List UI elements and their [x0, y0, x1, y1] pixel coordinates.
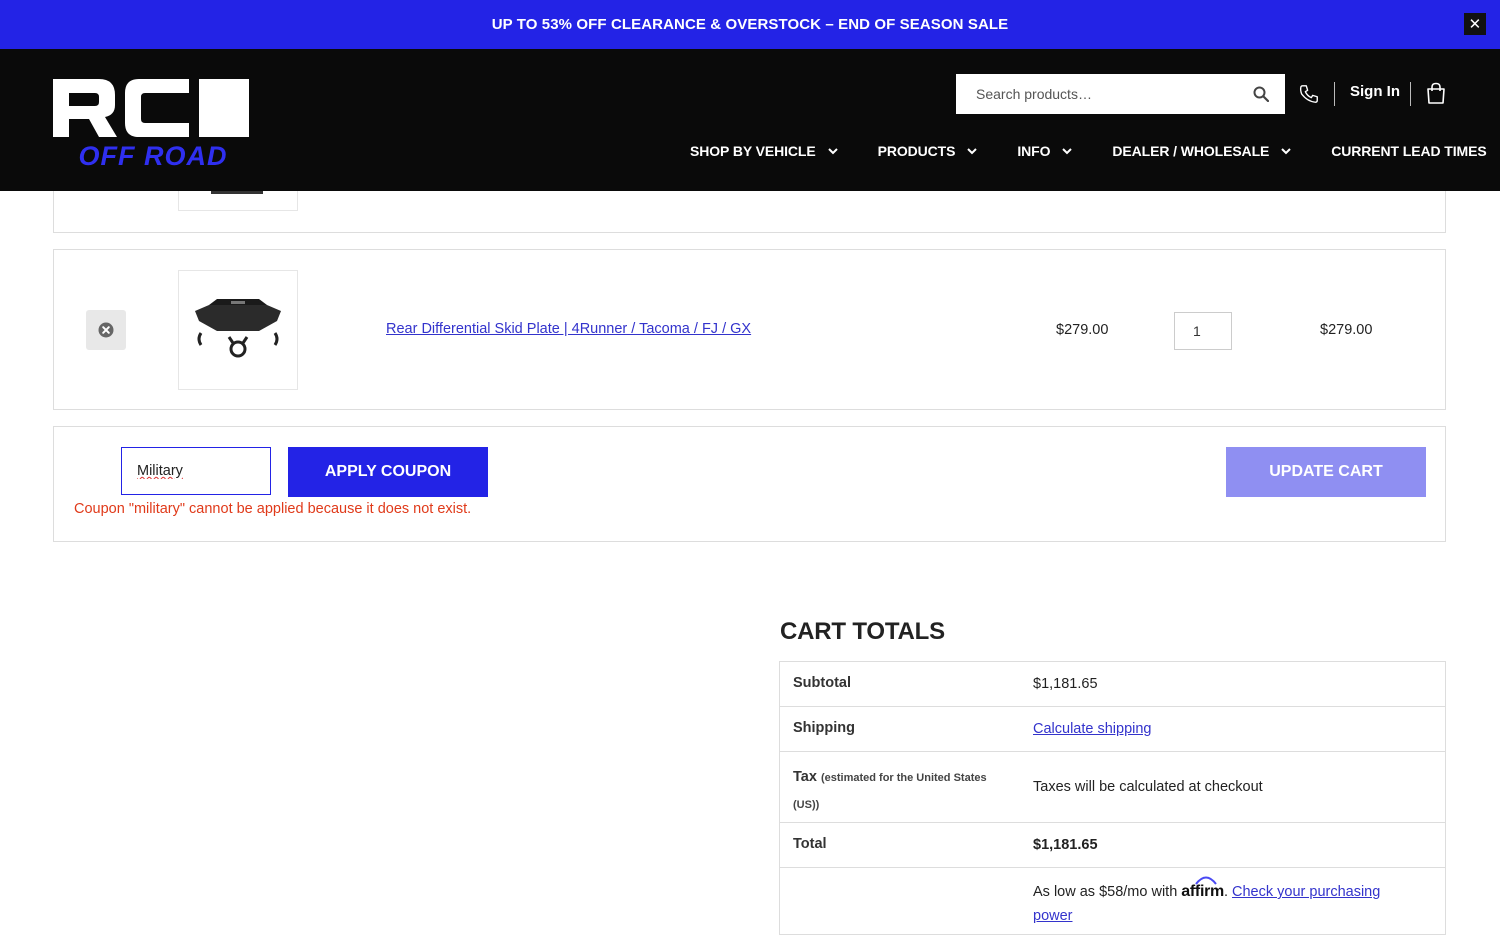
coupon-section: APPLY COUPON Coupon "military" cannot be… — [53, 426, 1446, 542]
nav-label: SHOP BY VEHICLE — [690, 143, 816, 159]
close-icon[interactable]: ✕ — [1464, 13, 1486, 35]
phone-icon[interactable] — [1298, 83, 1320, 105]
subtotal-value: $1,181.65 — [1033, 676, 1098, 692]
search-bar — [956, 74, 1285, 114]
cart-row-previous — [53, 191, 1446, 233]
cart-row: Rear Differential Skid Plate | 4Runner /… — [53, 249, 1446, 410]
totals-row-tax: Tax (estimated for the United States (US… — [780, 752, 1445, 823]
skid-plate-image — [195, 299, 281, 358]
chevron-down-icon — [967, 147, 978, 154]
nav-shop-by-vehicle[interactable]: SHOP BY VEHICLE — [690, 143, 838, 159]
main-nav: SHOP BY VEHICLE PRODUCTS INFO DEALER / W… — [690, 143, 1487, 159]
search-input[interactable] — [956, 75, 1236, 113]
tax-value: Taxes will be calculated at checkout — [1033, 779, 1263, 795]
nav-label: PRODUCTS — [877, 143, 956, 159]
product-thumbnail[interactable] — [178, 191, 298, 211]
quantity-input[interactable] — [1174, 312, 1232, 350]
affirm-prefix: As low as $58/mo with — [1033, 884, 1178, 900]
affirm-brand: affirm — [1181, 883, 1224, 900]
search-icon[interactable] — [1253, 86, 1269, 102]
promo-text: UP TO 53% OFF CLEARANCE & OVERSTOCK – EN… — [491, 16, 1009, 33]
shopping-bag-icon[interactable] — [1425, 82, 1447, 104]
shipping-label: Shipping — [793, 720, 856, 736]
tax-label-group: Tax (estimated for the United States (US… — [793, 764, 1003, 818]
header-divider — [1334, 82, 1335, 106]
affirm-arc-icon — [1195, 876, 1218, 885]
totals-row-subtotal: Subtotal $1,181.65 — [780, 662, 1445, 707]
nav-current-lead-times[interactable]: CURRENT LEAD TIMES — [1331, 143, 1486, 159]
product-name-link[interactable]: Rear Differential Skid Plate | 4Runner /… — [386, 321, 751, 337]
coupon-input[interactable] — [121, 447, 271, 495]
logo-offroad-text: OFF ROAD — [79, 141, 228, 167]
total-label: Total — [793, 836, 827, 852]
site-header: OFF ROAD Sign In SHOP BY VEHICLE PRODUCT… — [0, 49, 1500, 191]
coupon-error-message: Coupon "military" cannot be applied beca… — [74, 501, 472, 517]
product-price: $279.00 — [1056, 322, 1109, 338]
nav-label: CURRENT LEAD TIMES — [1331, 143, 1487, 159]
cart-totals-heading: CART TOTALS — [780, 618, 945, 645]
remove-icon — [98, 322, 114, 338]
remove-item-button[interactable] — [86, 310, 126, 350]
nav-label: DEALER / WHOLESALE — [1112, 143, 1270, 159]
update-cart-button[interactable]: UPDATE CART — [1226, 447, 1426, 497]
totals-row-affirm: As low as $58/mo with affirm. Check your… — [780, 868, 1445, 934]
chevron-down-icon — [827, 147, 838, 154]
cart-totals-table: Subtotal $1,181.65 Shipping Calculate sh… — [779, 661, 1446, 935]
line-subtotal: $279.00 — [1320, 322, 1373, 338]
nav-products[interactable]: PRODUCTS — [878, 143, 978, 159]
rci-offroad-logo[interactable]: OFF ROAD — [53, 75, 253, 167]
apply-coupon-button[interactable]: APPLY COUPON — [288, 447, 488, 497]
calculate-shipping-link[interactable]: Calculate shipping — [1033, 721, 1152, 737]
affirm-logo: affirm — [1181, 876, 1224, 900]
chevron-down-icon — [1281, 147, 1291, 154]
tax-label: Tax — [793, 769, 817, 785]
totals-row-shipping: Shipping Calculate shipping — [780, 707, 1445, 752]
sign-in-link[interactable]: Sign In — [1350, 83, 1400, 100]
nav-dealer-wholesale[interactable]: DEALER / WHOLESALE — [1112, 143, 1291, 159]
chevron-down-icon — [1062, 147, 1073, 154]
tax-note: (estimated for the United States (US)) — [793, 772, 987, 811]
header-divider — [1410, 82, 1411, 106]
promo-banner: UP TO 53% OFF CLEARANCE & OVERSTOCK – EN… — [0, 0, 1500, 49]
nav-label: INFO — [1017, 143, 1051, 159]
product-thumbnail[interactable] — [178, 270, 298, 390]
subtotal-label: Subtotal — [793, 675, 851, 691]
shipping-value: Calculate shipping — [1033, 721, 1152, 737]
affirm-message: As low as $58/mo with affirm. Check your… — [1033, 876, 1423, 928]
totals-row-total: Total $1,181.65 — [780, 823, 1445, 868]
nav-info[interactable]: INFO — [1017, 143, 1073, 159]
total-value: $1,181.65 — [1033, 837, 1098, 853]
